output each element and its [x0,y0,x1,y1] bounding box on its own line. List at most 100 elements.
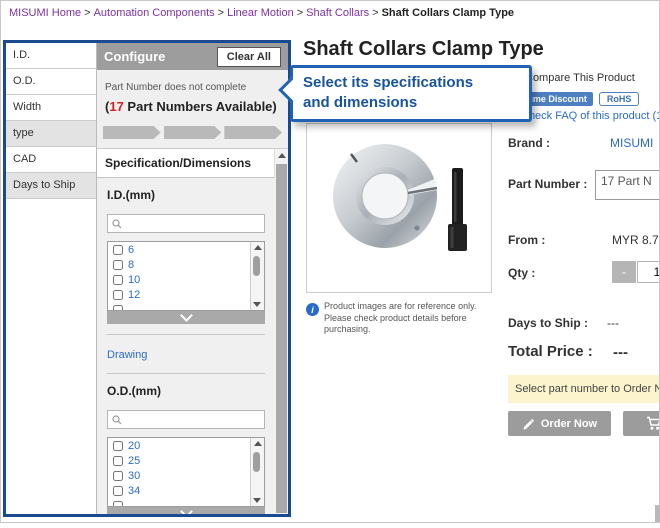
od-option-checkbox[interactable] [113,441,123,451]
part-numbers-available: (17 Part Numbers Available) [105,99,280,114]
sidebar-item-cad[interactable]: CAD [6,147,96,173]
breadcrumb-link-home[interactable]: MISUMI Home [9,7,81,19]
total-price-label: Total Price : [508,343,593,360]
callout-line2: and dimensions [303,94,417,111]
sidebar-item-days-to-ship[interactable]: Days to Ship [6,173,96,199]
list-item: 12 [108,287,251,302]
scroll-up-icon[interactable] [278,153,286,158]
scrollbar-thumb[interactable] [253,452,260,472]
pen-icon [522,417,535,430]
shaft-collar-image [313,132,485,284]
sidebar-item-od[interactable]: O.D. [6,69,96,95]
scroll-up-icon[interactable] [254,245,262,250]
od-option-list: 20 25 30 34 [107,437,265,507]
specification-section: Specification/Dimensions I.D.(mm) [97,148,288,514]
id-option-checkbox[interactable] [113,290,123,300]
sidebar-item-width[interactable]: Width [6,95,96,121]
od-search-box [107,410,265,429]
progress-segment [164,126,222,139]
spec-nav: I.D. O.D. Width type CAD Days to Ship [6,43,97,514]
days-to-ship-label: Days to Ship : [508,316,588,330]
callout-tooltip: Select its specifications and dimensions [290,65,532,122]
od-option-checkbox[interactable] [113,471,123,481]
quantity-input[interactable] [637,261,660,283]
od-option-checkbox[interactable] [113,456,123,466]
id-list-scrollbar[interactable] [250,242,264,310]
od-option-label[interactable]: 20 [128,440,140,452]
days-to-ship-value: --- [607,316,619,330]
available-suffix: Part Numbers Available) [124,99,277,114]
od-option-label[interactable]: 34 [128,485,140,497]
list-item: 30 [108,468,251,483]
scroll-up-icon[interactable] [254,441,262,446]
search-icon [112,415,122,425]
image-disclaimer-text: Product images are for reference only. P… [324,301,511,336]
id-option-checkbox[interactable] [113,245,123,255]
id-option-label[interactable]: 12 [128,289,140,301]
brand-value-link[interactable]: MISUMI [610,136,653,150]
image-disclaimer: i Product images are for reference only.… [306,301,511,336]
breadcrumb-link-shaft-collars[interactable]: Shaft Collars [306,7,369,19]
progress-segment [224,126,282,139]
sidebar-item-id[interactable]: I.D. [6,43,96,69]
breadcrumb-current: Shaft Collars Clamp Type [382,7,514,19]
id-option-checkbox[interactable] [113,305,123,311]
list-item: 8 [108,257,251,272]
breadcrumb-link-linear-motion[interactable]: Linear Motion [227,7,294,19]
id-option-label[interactable]: 8 [128,259,134,271]
scroll-down-icon[interactable] [253,498,261,503]
id-drawing-link[interactable]: Drawing [107,349,147,361]
available-count: 17 [109,99,123,114]
progress-segment [103,126,161,139]
sidebar-item-type[interactable]: type [6,121,96,147]
list-item: 10 [108,272,251,287]
disclaimer-line2: Please check product details before purc… [324,313,467,335]
configure-panel: I.D. O.D. Width type CAD Days to Ship Co… [3,40,291,517]
scroll-down-icon[interactable] [253,302,261,307]
disclaimer-line1: Product images are for reference only. [324,301,476,311]
od-option-checkbox[interactable] [113,501,123,507]
brand-label: Brand : [508,136,550,150]
id-option-label[interactable]: 10 [128,274,140,286]
cart-icon [646,416,660,431]
window-scrollbar[interactable] [655,505,660,522]
part-number-label: Part Number : [508,177,587,191]
spec-scrollbar[interactable] [274,149,288,514]
breadcrumb-separator: > [372,7,378,19]
od-expand-button[interactable] [107,507,265,514]
od-search-input[interactable] [122,413,260,426]
part-number-field[interactable]: 17 Part N [595,170,660,200]
configure-progress-bar [97,120,288,148]
id-search-box [107,214,265,233]
qty-decrease-button[interactable]: - [612,261,636,283]
breadcrumb-link-automation-components[interactable]: Automation Components [94,7,215,19]
rohs-badge[interactable]: RoHS [599,92,640,106]
configure-status: Part Number does not complete (17 Part N… [97,70,288,120]
list-item-partial [108,302,251,310]
order-notice: Select part number to Order Now [508,375,660,403]
id-option-checkbox[interactable] [113,260,123,270]
id-search-input[interactable] [122,217,260,230]
id-option-label[interactable]: 6 [128,244,134,256]
list-item: 6 [108,242,251,257]
scrollbar-thumb[interactable] [276,164,287,513]
clear-all-button[interactable]: Clear All [217,47,281,67]
od-list-scrollbar[interactable] [250,438,264,506]
product-image [306,123,492,293]
search-icon [112,219,122,229]
divider [107,373,265,374]
add-to-cart-button[interactable] [623,411,660,436]
od-option-label[interactable]: 30 [128,470,140,482]
list-item: 25 [108,453,251,468]
list-item: 34 [108,483,251,498]
id-expand-button[interactable] [107,311,265,324]
list-item: 20 [108,438,251,453]
order-now-button[interactable]: Order Now [508,411,611,436]
od-option-label[interactable]: 25 [128,455,140,467]
scrollbar-thumb[interactable] [253,256,260,276]
qty-label: Qty : [508,266,535,280]
configure-header: Configure Clear All [97,43,288,70]
id-option-checkbox[interactable] [113,275,123,285]
od-option-checkbox[interactable] [113,486,123,496]
divider [107,334,265,335]
